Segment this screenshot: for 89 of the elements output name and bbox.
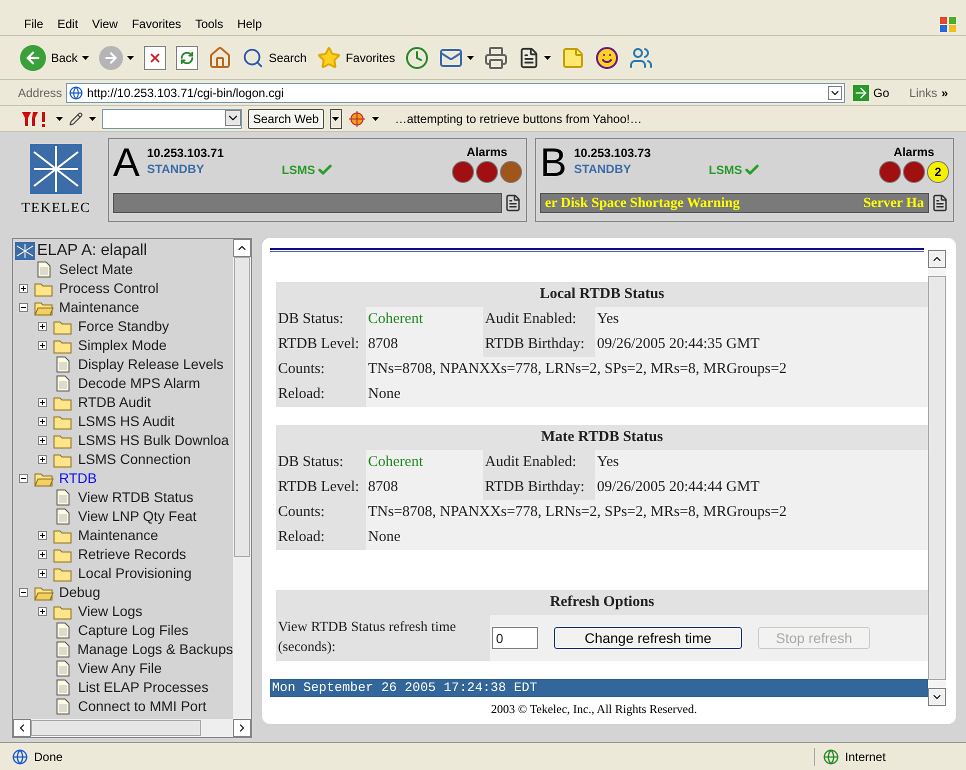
field-value: TNs=8708, NPANXXs=778, LRNs=2, SPs=2, MRs=8, MRGroups=2 — [367, 360, 788, 380]
tree-item[interactable]: Decode MPS Alarm — [78, 373, 200, 394]
field-label: Counts: — [276, 357, 366, 382]
tree-root: ELAP A: elapall — [37, 240, 148, 260]
search-web-button[interactable]: Search Web — [248, 108, 324, 128]
toolbar-button[interactable]: Back — [20, 44, 78, 70]
tree-item[interactable]: Connect to MMI Port — [78, 696, 206, 717]
section-header: Refresh Options — [276, 590, 928, 615]
ticker-text: Server Ha — [863, 194, 924, 212]
more-button[interactable]: » — [941, 84, 948, 102]
server-role: STANDBY — [147, 161, 206, 177]
server-address: 10.253.103.71 — [147, 145, 224, 161]
field-value: TNs=8708, NPANXXs=778, LRNs=2, SPs=2, MRs=8, MRGroups=2 — [367, 503, 788, 522]
tree-item[interactable]: Debug — [59, 582, 100, 603]
field-label: RTDB Level: — [276, 332, 366, 357]
ticker-text: er Disk Space Shortage Warning — [545, 194, 740, 212]
server-letter: A — [113, 143, 141, 183]
field-value: Coherent — [367, 310, 424, 330]
tree-item[interactable]: Maintenance — [78, 525, 158, 546]
tree-item[interactable]: LSMS HS Bulk Downloa — [78, 430, 229, 451]
toolbar-button[interactable]: Search — [242, 46, 307, 68]
tree-item[interactable]: View Logs — [78, 601, 142, 622]
server-letter: B — [540, 143, 568, 183]
tree-item[interactable]: RTDB — [59, 468, 97, 489]
tree-item[interactable]: View RTDB Status — [78, 487, 194, 508]
menu-item[interactable]: File — [24, 14, 44, 32]
logo-text: TEKELEC — [21, 200, 91, 218]
menu-item[interactable]: Favorites — [132, 14, 182, 32]
field-label: RTDB Birthday: — [483, 475, 595, 500]
alarms-label: Alarms — [466, 144, 508, 161]
address-field[interactable]: http://10.253.103.71/cgi-bin/logon.cgi — [66, 82, 846, 102]
field-value: Yes — [596, 310, 620, 330]
refresh-time-field[interactable]: 0 — [492, 627, 538, 649]
menu-item[interactable]: Tools — [195, 14, 224, 32]
tree-item[interactable]: List ELAP Processes — [78, 677, 208, 698]
field-value: Yes — [596, 453, 620, 472]
tree-item[interactable]: View Any File — [78, 658, 162, 679]
tree-item[interactable]: LSMS HS Audit — [78, 411, 174, 432]
field-label: Reload: — [276, 382, 366, 407]
field-value: 8708 — [367, 478, 399, 498]
menu-item[interactable]: View — [92, 14, 118, 32]
toolbar-button[interactable]: Favorites — [316, 46, 396, 70]
tree-item[interactable]: Manage Logs & Backups — [77, 639, 233, 660]
go-button[interactable]: Go — [849, 84, 894, 102]
alarms-label: Alarms — [894, 144, 934, 161]
field-value: None — [367, 528, 402, 548]
alarm-light: 2 — [927, 161, 949, 183]
tree-item[interactable]: Retrieve Records — [78, 544, 186, 565]
field-label: Audit Enabled: — [483, 307, 595, 332]
toolbar-message: …attempting to retrieve buttons from Yahoo!… — [394, 110, 642, 128]
copyright-text: 2003 © Tekelec, Inc., All Rights Reserved. — [490, 701, 697, 718]
field-value: 09/26/2005 20:44:35 GMT — [596, 335, 761, 354]
refresh-button[interactable]: Change refresh time — [554, 627, 742, 649]
field-label: RTDB Birthday: — [483, 332, 595, 357]
field-label: Counts: — [276, 500, 366, 525]
field-value: 8708 — [367, 335, 399, 354]
menu-item[interactable]: Help — [237, 14, 262, 32]
tree-item[interactable]: Process Control — [59, 278, 159, 299]
field-label: Audit Enabled: — [483, 450, 595, 475]
section-header: Mate RTDB Status — [276, 425, 928, 450]
tree-item[interactable]: Select Mate — [59, 259, 133, 280]
tree-item[interactable]: Simplex Mode — [78, 335, 167, 356]
tree-item[interactable]: Force Standby — [78, 316, 170, 337]
address-label: Address — [18, 84, 62, 102]
field-label: Reload: — [276, 525, 366, 550]
lsms-label: LSMS — [282, 162, 316, 179]
field-value: None — [367, 385, 402, 404]
field-label: View RTDB Status refresh time (seconds): — [276, 615, 490, 661]
tree-item[interactable]: View LNP Qty Feat — [78, 506, 197, 527]
section-header: Local RTDB Status — [276, 282, 928, 307]
zone-text: Internet — [845, 748, 886, 766]
tree-item[interactable]: Capture Log Files — [78, 620, 189, 641]
status-text: Done — [34, 748, 63, 766]
server-address: 10.253.103.73 — [574, 145, 651, 161]
tree-item[interactable]: Local Provisioning — [78, 563, 192, 584]
field-label: RTDB Level: — [276, 475, 366, 500]
links-button[interactable]: Links — [909, 84, 938, 102]
tree-item[interactable]: LSMS Connection — [78, 449, 191, 470]
field-label: DB Status: — [276, 450, 366, 475]
tree-item[interactable]: Maintenance — [59, 297, 140, 318]
timestamp-bar: Mon September 26 2005 17:24:38 EDT — [270, 679, 930, 697]
field-value: 09/26/2005 20:44:44 GMT — [596, 478, 761, 498]
lsms-label: LSMS — [708, 162, 742, 179]
server-role: STANDBY — [574, 161, 632, 177]
field-label: DB Status: — [276, 307, 366, 332]
menu-item[interactable]: Edit — [57, 14, 78, 32]
tree-item[interactable]: Display Release Levels — [78, 354, 224, 375]
field-value: Coherent — [367, 453, 424, 472]
tree-item[interactable]: RTDB Audit — [78, 392, 151, 413]
